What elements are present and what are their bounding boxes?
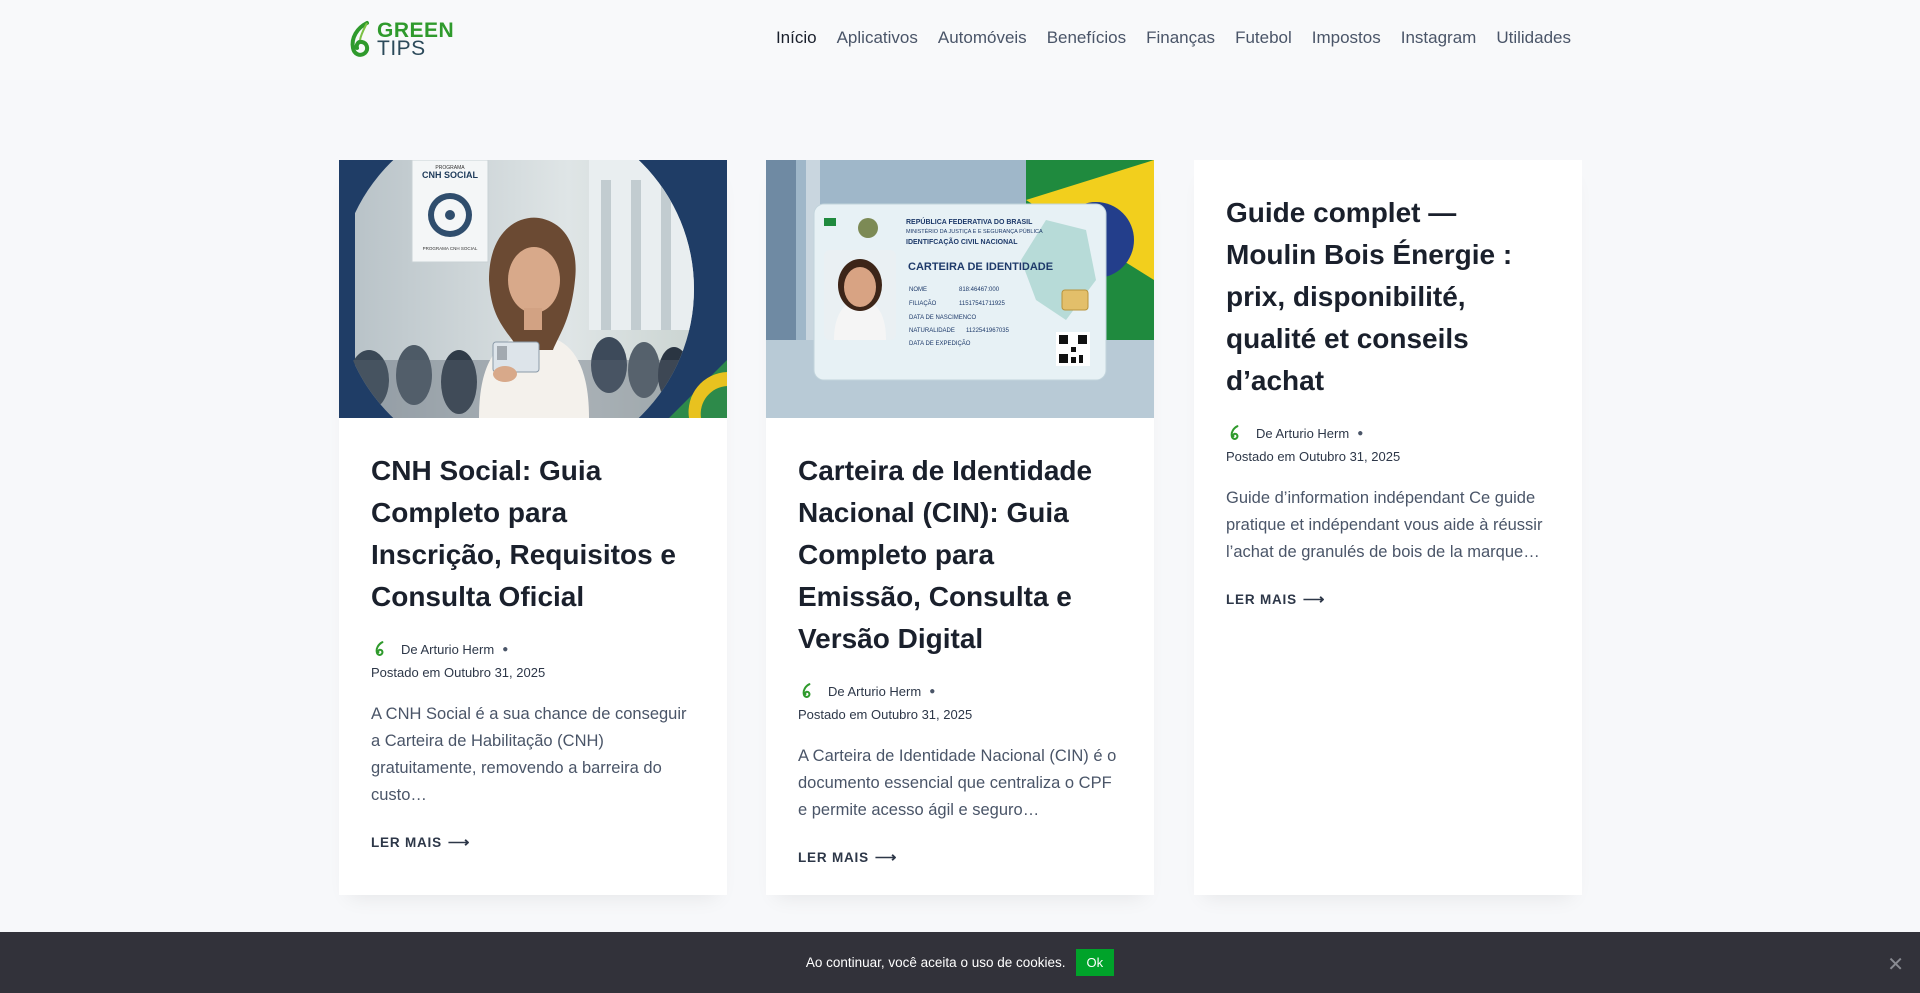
post-thumbnail[interactable]: REPÚBLICA FEDERATIVA DO BRASIL MINISTÉRI…: [766, 160, 1154, 418]
nav-item-financas[interactable]: Finanças: [1146, 28, 1215, 48]
post-title[interactable]: CNH Social: Guia Completo para Inscrição…: [371, 450, 695, 618]
post-card: REPÚBLICA FEDERATIVA DO BRASIL MINISTÉRI…: [766, 160, 1154, 895]
close-icon[interactable]: ✕: [1887, 952, 1904, 977]
id-line2: MINISTÉRIO DA JUSTIÇA E E SEGURANÇA PÚBL…: [906, 228, 1043, 235]
id-line1: REPÚBLICA FEDERATIVA DO BRASIL: [906, 217, 1033, 226]
post-card: PROGRAMA CNH SOCIAL PROGRAMA CNH SOCIAL: [339, 160, 727, 895]
nav-item-futebol[interactable]: Futebol: [1235, 28, 1292, 48]
arrow-right-icon: ⟶: [1302, 591, 1326, 608]
arrow-right-icon: ⟶: [874, 849, 898, 866]
author-avatar-icon: [371, 640, 389, 658]
post-author[interactable]: De Arturio Herm: [1256, 426, 1349, 441]
id-field-label: NATURALIDADE: [909, 328, 955, 334]
cookie-notice: Ao continuar, você aceita o uso de cooki…: [0, 932, 1920, 993]
read-more-link[interactable]: LER MAIS ⟶: [1226, 590, 1325, 608]
post-excerpt: Guide d’information indépendant Ce guide…: [1226, 489, 1543, 561]
id-card-photo: REPÚBLICA FEDERATIVA DO BRASIL MINISTÉRI…: [766, 160, 1154, 418]
read-more-link[interactable]: LER MAIS ⟶: [798, 848, 897, 866]
site-header: GREEN TIPS Início Aplicativos Automóveis…: [0, 0, 1920, 80]
author-avatar-icon: [1226, 424, 1244, 442]
sign-bottom-text: PROGRAMA CNH SOCIAL: [423, 246, 478, 251]
author-avatar-icon: [798, 682, 816, 700]
nav-item-inicio[interactable]: Início: [776, 28, 817, 48]
cnh-social-photo: PROGRAMA CNH SOCIAL PROGRAMA CNH SOCIAL: [339, 160, 727, 418]
cookie-accept-button[interactable]: Ok: [1075, 949, 1115, 976]
post-title[interactable]: Carteira de Identidade Nacional (CIN): G…: [798, 450, 1122, 660]
nav-item-aplicativos[interactable]: Aplicativos: [837, 28, 918, 48]
post-excerpt: A Carteira de Identidade Nacional (CIN) …: [798, 747, 1117, 819]
post-date: Postado em Outubro 31, 2025: [371, 665, 546, 680]
post-thumbnail[interactable]: PROGRAMA CNH SOCIAL PROGRAMA CNH SOCIAL: [339, 160, 727, 418]
post-title[interactable]: Guide complet — Moulin Bois Énergie : pr…: [1226, 192, 1550, 402]
arrow-right-icon: ⟶: [447, 834, 471, 851]
id-field-value: 11517541711925: [959, 301, 1005, 307]
read-more-label: LER MAIS: [371, 834, 442, 850]
meta-separator: ●: [1357, 427, 1364, 439]
site-logo[interactable]: GREEN TIPS: [347, 18, 457, 62]
nav-item-beneficios[interactable]: Benefícios: [1047, 28, 1126, 48]
id-line3: IDENTIFCAÇÃO CIVIL NACIONAL: [906, 237, 1018, 246]
meta-separator: ●: [929, 685, 936, 697]
id-field-value: 818:46467:000: [959, 287, 1000, 293]
post-meta: De Arturio Herm ● Postado em Outubro 31,…: [798, 680, 1122, 726]
meta-separator: ●: [502, 643, 509, 655]
id-field-value: 1122541967035: [966, 328, 1010, 334]
read-more-label: LER MAIS: [798, 849, 869, 865]
logo-text-tips: TIPS: [377, 37, 426, 60]
nav-item-impostos[interactable]: Impostos: [1312, 28, 1381, 48]
main-nav: Início Aplicativos Automóveis Benefícios…: [776, 28, 1571, 48]
id-field-label: DATA DE NASCIMENCO: [909, 315, 976, 321]
leaf-logo-icon: [350, 21, 370, 57]
post-date: Postado em Outubro 31, 2025: [1226, 449, 1401, 464]
id-field-label: FILIAÇÃO: [909, 300, 937, 307]
nav-item-instagram[interactable]: Instagram: [1401, 28, 1477, 48]
post-date: Postado em Outubro 31, 2025: [798, 707, 973, 722]
id-field-label: NOME: [909, 287, 927, 293]
post-author[interactable]: De Arturio Herm: [401, 642, 494, 657]
post-card: Guide complet — Moulin Bois Énergie : pr…: [1194, 160, 1582, 895]
nav-item-automoveis[interactable]: Automóveis: [938, 28, 1027, 48]
id-field-label: DATA DE EXPEDIÇÃO: [909, 340, 971, 347]
post-excerpt: A CNH Social é a sua chance de conseguir…: [371, 705, 687, 804]
id-heading: CARTEIRA DE IDENTIDADE: [908, 261, 1053, 273]
read-more-label: LER MAIS: [1226, 591, 1297, 607]
read-more-link[interactable]: LER MAIS ⟶: [371, 833, 470, 851]
post-meta: De Arturio Herm ● Postado em Outubro 31,…: [371, 638, 695, 684]
post-meta: De Arturio Herm ● Postado em Outubro 31,…: [1226, 422, 1550, 468]
cookie-text: Ao continuar, você aceita o uso de cooki…: [805, 955, 1066, 970]
post-author[interactable]: De Arturio Herm: [828, 684, 921, 699]
nav-item-utilidades[interactable]: Utilidades: [1496, 28, 1571, 48]
sign-title-text: CNH SOCIAL: [422, 170, 479, 180]
